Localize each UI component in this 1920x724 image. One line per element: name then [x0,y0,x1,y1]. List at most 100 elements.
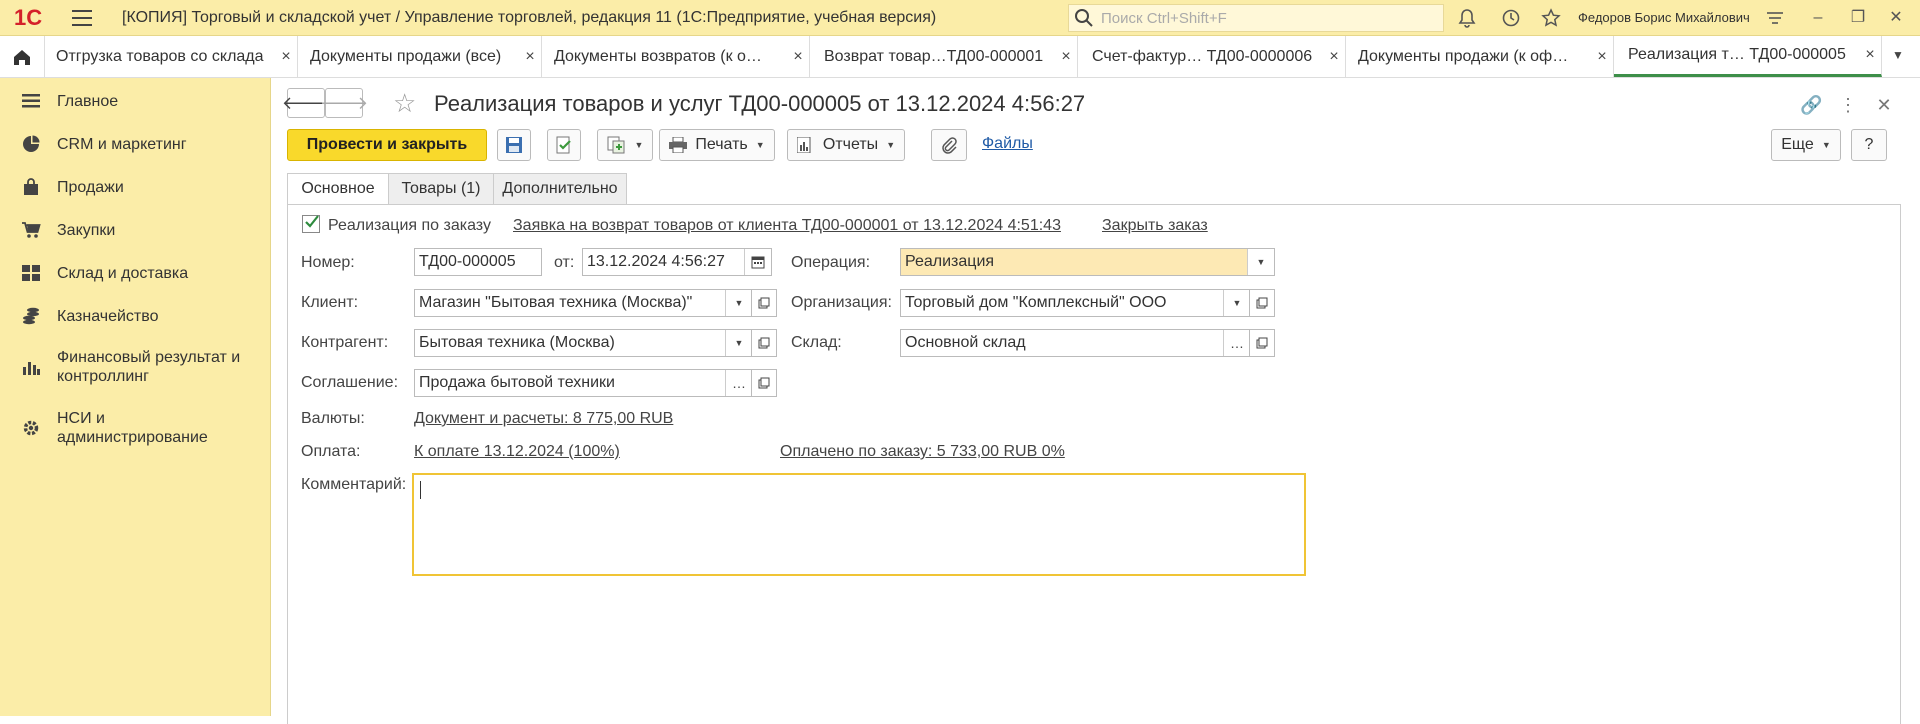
more-vertical-icon[interactable]: ⋮ [1838,95,1858,116]
dropdown-arrow-icon[interactable]: ▼ [1223,290,1250,316]
reports-icon [796,137,811,153]
close-icon[interactable]: × [787,48,809,66]
help-button[interactable]: ? [1851,129,1887,161]
document-title: Реализация товаров и услуг ТД00-000005 о… [434,91,1086,116]
save-button[interactable] [497,129,531,161]
close-icon[interactable]: × [1859,46,1881,64]
dropdown-arrow-icon: ▼ [1821,140,1831,150]
tab-main[interactable]: Основное [287,173,389,205]
tab-invoice[interactable]: Счет-фактур… ТД00-0000006 × [1078,36,1346,77]
ellipsis-icon[interactable]: … [725,370,752,396]
comment-textarea[interactable] [412,473,1306,576]
contractor-label: Контрагент: [301,334,389,351]
forward-button[interactable]: 🡒 [320,88,368,118]
settings-lines-icon[interactable] [1764,7,1786,29]
number-label: Номер: [301,254,355,271]
post-button[interactable] [547,129,581,161]
date-field[interactable]: 13.12.2024 4:56:27 [582,248,772,276]
create-based-on-button[interactable]: ▼ [597,129,653,161]
currency-link[interactable]: Документ и расчеты: 8 775,00 RUB [414,410,673,428]
sidebar-item-financial-result[interactable]: Финансовый результат и контроллинг [0,348,271,388]
minimize-icon[interactable]: – [1808,8,1828,28]
operation-label: Операция: [791,254,871,271]
search-icon [1075,9,1093,27]
home-tab[interactable] [0,36,45,77]
close-icon[interactable]: × [1591,48,1613,66]
sections-sidebar: Главное CRM и маркетинг Продажи Закупки … [0,78,271,716]
cart-icon [20,219,42,241]
payment-link[interactable]: К оплате 13.12.2024 (100%) [414,443,620,461]
dropdown-arrow-icon[interactable]: ▼ [725,330,752,356]
favorite-star-icon[interactable]: ☆ [393,90,416,116]
close-window-icon[interactable]: ✕ [1886,8,1906,28]
warehouse-select[interactable]: Основной склад … [900,329,1251,357]
close-icon[interactable]: × [1055,48,1077,66]
restore-icon[interactable]: ❐ [1848,8,1868,28]
tab-goods[interactable]: Товары (1) [388,173,494,205]
global-search-input[interactable]: Поиск Ctrl+Shift+F [1068,4,1444,32]
paid-by-order-link[interactable]: Оплачено по заказу: 5 733,00 RUB 0% [780,443,1065,461]
link-icon[interactable]: 🔗 [1800,95,1822,116]
open-windows-bar: Отгрузка товаров со склада × Документы пр… [0,36,1920,78]
warehouse-label: Склад: [791,334,842,351]
tab-sales-docs-registration[interactable]: Документы продажи (к оф… × [1346,36,1614,77]
main-menu-icon[interactable] [72,9,92,26]
dropdown-arrow-icon[interactable]: ▼ [1247,249,1274,275]
open-contractor-icon[interactable] [751,329,777,357]
reports-button[interactable]: Отчеты ▼ [787,129,905,161]
tab-return-goods[interactable]: Возврат товар…ТД00-000001 × [810,36,1078,77]
files-link[interactable]: Файлы [982,135,1033,153]
open-warehouse-icon[interactable] [1249,329,1275,357]
client-select[interactable]: Магазин "Бытовая техника (Москва)" ▼ [414,289,753,317]
checkmark-icon [305,215,319,228]
attach-button[interactable] [931,129,967,161]
close-icon[interactable]: × [519,48,541,66]
close-icon[interactable]: × [1323,48,1345,66]
close-form-icon[interactable]: ✕ [1874,95,1894,116]
number-field[interactable]: ТД00-000005 [414,248,542,276]
by-order-label: Реализация по заказу [328,217,491,234]
post-and-close-button[interactable]: Провести и закрыть [287,129,487,161]
agreement-label: Соглашение: [301,374,399,391]
agreement-select[interactable]: Продажа бытовой техники … [414,369,753,397]
calendar-icon[interactable] [744,249,771,275]
warehouse-grid-icon [20,262,42,284]
coins-icon [20,305,42,327]
more-button[interactable]: Еще ▼ [1771,129,1841,161]
tab-sales-realization[interactable]: Реализация т… ТД00-000005 × [1614,36,1882,77]
post-document-icon [556,136,571,154]
tab-additional[interactable]: Дополнительно [493,173,627,205]
main-tab-panel [287,204,1901,724]
by-order-checkbox[interactable] [302,215,320,233]
tab-sales-docs-all[interactable]: Документы продажи (все) × [298,36,542,77]
tab-return-docs[interactable]: Документы возвратов (к о… × [542,36,810,77]
favorites-star-icon[interactable] [1540,7,1562,29]
tab-shipment[interactable]: Отгрузка товаров со склада × [44,36,298,77]
home-icon [14,49,30,65]
organization-select[interactable]: Торговый дом "Комплексный" ООО ▼ [900,289,1251,317]
ellipsis-icon[interactable]: … [1223,330,1250,356]
app-title: [КОПИЯ] Торговый и складской учет / Упра… [122,8,937,26]
close-order-link[interactable]: Закрыть заказ [1102,217,1208,235]
dropdown-arrow-icon: ▼ [886,140,896,150]
operation-select[interactable]: Реализация ▼ [900,248,1275,276]
bar-chart-icon [20,356,42,378]
open-client-icon[interactable] [751,289,777,317]
open-agreement-icon[interactable] [751,369,777,397]
currency-label: Валюты: [301,410,365,427]
bell-icon[interactable] [1456,7,1478,29]
contractor-select[interactable]: Бытовая техника (Москва) ▼ [414,329,753,357]
pie-chart-icon [20,133,42,155]
current-user[interactable]: Федоров Борис Михайлович [1578,10,1750,25]
print-button[interactable]: Печать ▼ [659,129,775,161]
close-icon[interactable]: × [275,48,297,66]
menu-list-icon [20,90,42,112]
payment-label: Оплата: [301,443,361,460]
history-icon[interactable] [1500,7,1522,29]
open-organization-icon[interactable] [1249,289,1275,317]
tabs-more-icon[interactable]: ▼ [1892,48,1908,64]
dropdown-arrow-icon[interactable]: ▼ [725,290,752,316]
order-link[interactable]: Заявка на возврат товаров от клиента ТД0… [513,217,1061,235]
save-icon [506,137,522,153]
sidebar-item-admin[interactable]: НСИ и администрирование [0,409,271,449]
